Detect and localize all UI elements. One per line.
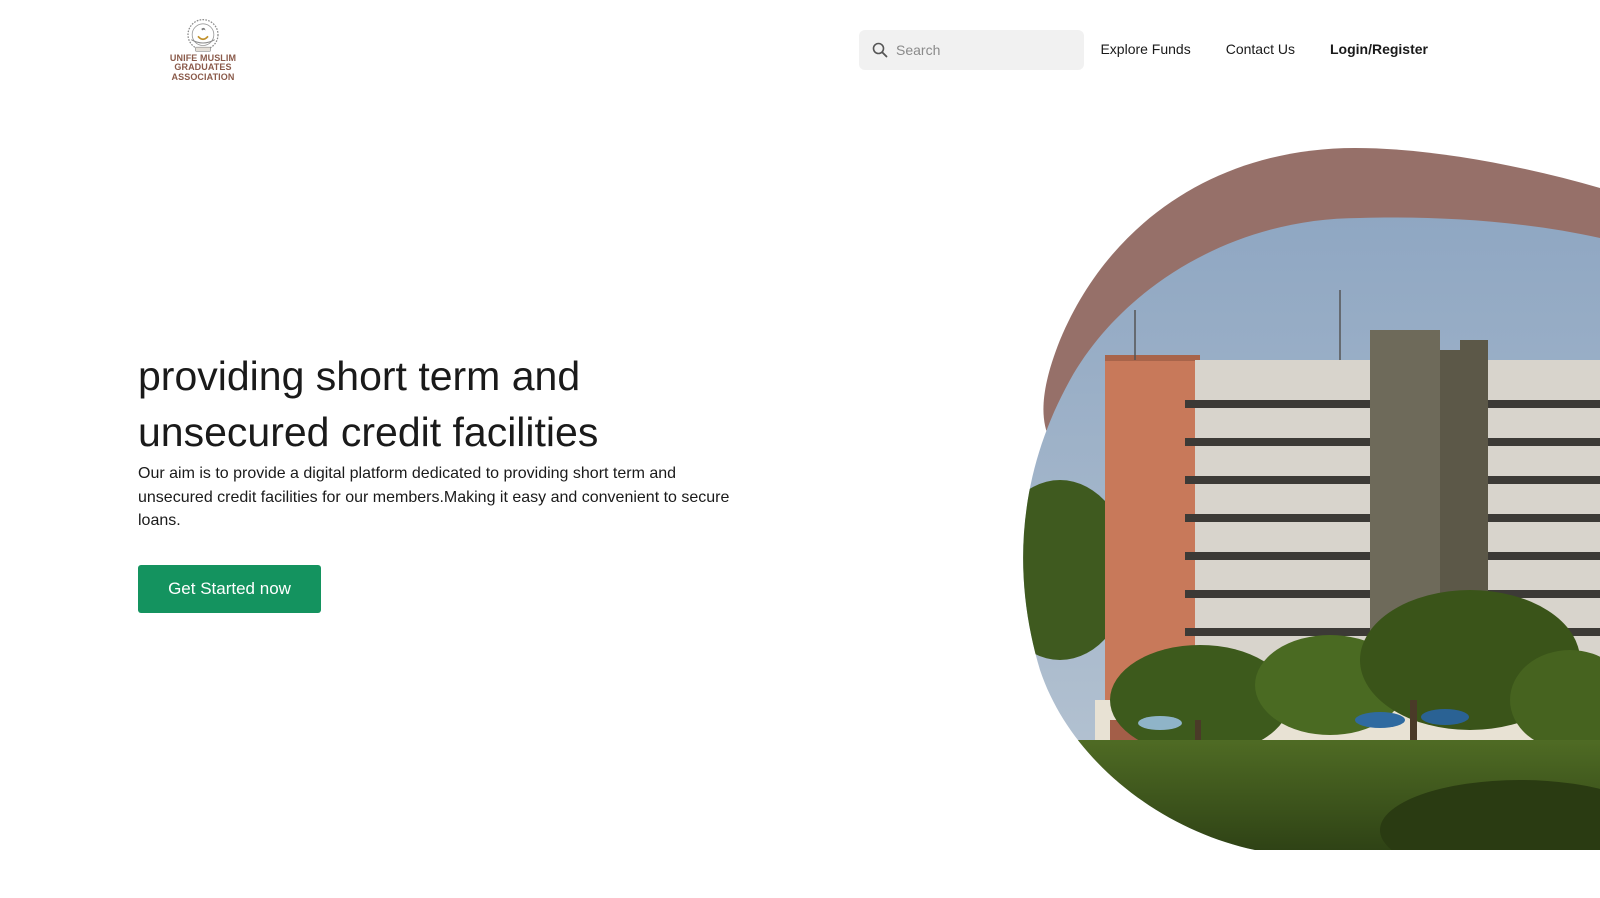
search-box[interactable] (859, 30, 1084, 70)
nav-login-register[interactable]: Login/Register (1330, 41, 1428, 57)
search-icon (872, 42, 888, 58)
nav-contact-us[interactable]: Contact Us (1226, 41, 1295, 57)
hero-headline: providing short term and unsecured credi… (138, 348, 838, 460)
landing-page: UNIFE MUSLIM GRADUATES ASSOCIATION Explo… (0, 0, 1600, 898)
headline-part1: providing short (138, 353, 419, 399)
logo[interactable]: UNIFE MUSLIM GRADUATES ASSOCIATION (140, 18, 266, 82)
hero-description: Our aim is to provide a digital platform… (138, 465, 730, 529)
headline-part2: and (500, 353, 581, 399)
nav-explore-funds[interactable]: Explore Funds (1100, 41, 1190, 57)
get-started-button[interactable]: Get Started now (138, 565, 321, 613)
logo-text-line1: UNIFE MUSLIM GRADUATES (169, 53, 237, 72)
headline-highlight: term (414, 348, 501, 404)
search-input[interactable] (896, 42, 1076, 58)
hero-image (1023, 148, 1600, 850)
logo-emblem-icon (187, 19, 219, 52)
logo-text-line2: ASSOCIATION (171, 72, 235, 82)
headline-line2: unsecured credit facilities (138, 409, 599, 455)
main-nav: Explore Funds Contact Us Login/Register (1100, 41, 1428, 57)
